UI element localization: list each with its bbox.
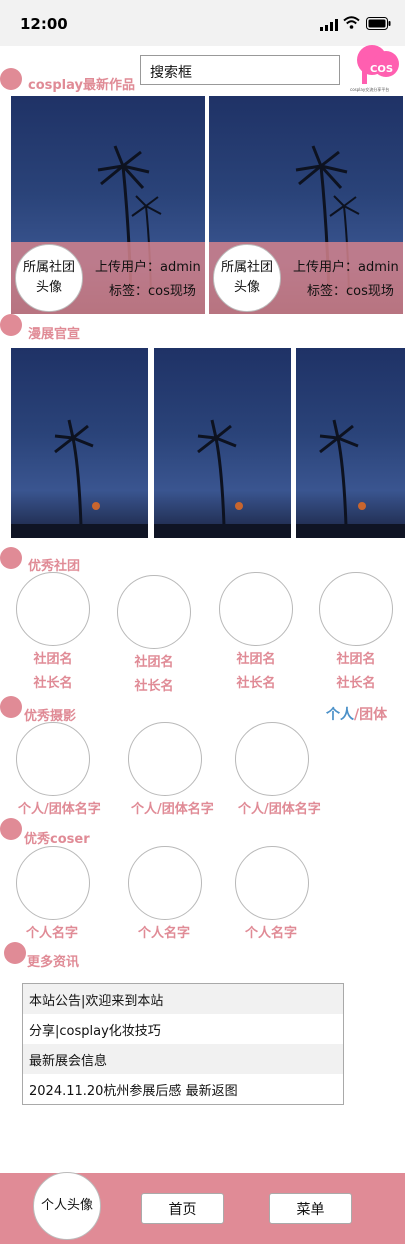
logo-caption: cosplay交流分享平台: [350, 87, 390, 92]
club-leader: 社长名: [134, 679, 174, 694]
coser-name[interactable]: 个人名字: [130, 922, 198, 941]
news-item[interactable]: 分享|cosplay化妆技巧: [23, 1014, 343, 1044]
status-time: 12:00: [20, 15, 68, 33]
home-button-label: 首页: [168, 1201, 197, 1218]
section-title-coser: 优秀coser: [24, 832, 90, 847]
news-item[interactable]: 2024.11.20杭州参展后感 最新返图: [23, 1074, 343, 1104]
club-name[interactable]: 社团名: [219, 648, 293, 667]
section-dot: [0, 547, 22, 569]
club-leader: 社长名: [33, 676, 73, 691]
site-logo[interactable]: COS cosplay交流分享平台: [348, 42, 405, 96]
work-card[interactable]: 所属社团头像 上传用户：admin 标签：cos现场: [11, 96, 205, 314]
expo-banner[interactable]: [154, 348, 291, 538]
club-avatar[interactable]: 所属社团头像: [213, 244, 281, 312]
work-info-overlay: 所属社团头像 上传用户：admin 标签：cos现场: [209, 242, 403, 314]
club-avatar-label: 所属社团头像: [220, 259, 273, 295]
search-input[interactable]: 搜索框: [140, 55, 340, 85]
expo-banner[interactable]: [11, 348, 148, 538]
coser-avatar[interactable]: [16, 846, 90, 920]
uploader-text: 上传用户：admin: [293, 260, 399, 275]
photographer-name[interactable]: 个人/团体名字: [131, 798, 214, 817]
filter-personal-link[interactable]: 个人: [326, 707, 354, 723]
status-bar: 12:00: [0, 0, 405, 46]
photographer-name[interactable]: 个人/团体名字: [238, 798, 321, 817]
photographer-avatar[interactable]: [16, 722, 90, 796]
club-leader: 社长名: [336, 676, 376, 691]
coser-name[interactable]: 个人名字: [237, 922, 305, 941]
palm-tree-photo: [154, 419, 291, 538]
photographer-avatar[interactable]: [235, 722, 309, 796]
coser-avatar[interactable]: [235, 846, 309, 920]
bottom-nav: 个人头像 首页 菜单: [0, 1172, 405, 1244]
search-label: 搜索框: [150, 65, 192, 81]
section-title-news: 更多资讯: [27, 955, 80, 970]
club-leader: 社长名: [236, 676, 276, 691]
section-dot: [0, 696, 22, 718]
battery-icon: [366, 15, 391, 34]
tag-text: 标签：cos现场: [109, 284, 196, 299]
tag-text: 标签：cos现场: [307, 284, 394, 299]
uploader-text: 上传用户：admin: [95, 260, 201, 275]
news-list: 本站公告|欢迎来到本站 分享|cosplay化妆技巧 最新展会信息 2024.1…: [22, 983, 344, 1105]
logo-text: COS: [370, 64, 394, 75]
club-avatar-circle[interactable]: [319, 572, 393, 646]
news-item[interactable]: 最新展会信息: [23, 1044, 343, 1074]
signal-icon: [320, 16, 338, 35]
club-name[interactable]: 社团名: [319, 648, 393, 667]
home-button[interactable]: 首页: [141, 1193, 224, 1224]
work-info-overlay: 所属社团头像 上传用户：admin 标签：cos现场: [11, 242, 205, 314]
section-dot: [0, 314, 22, 336]
club-name[interactable]: 社团名: [117, 651, 191, 670]
work-card[interactable]: 所属社团头像 上传用户：admin 标签：cos现场: [209, 96, 403, 314]
news-item[interactable]: 本站公告|欢迎来到本站: [23, 984, 343, 1014]
section-dot: [0, 818, 22, 840]
wifi-icon: [343, 14, 360, 33]
coser-name[interactable]: 个人名字: [18, 922, 86, 941]
section-dot: [0, 68, 22, 90]
user-avatar-button[interactable]: 个人头像: [33, 1172, 101, 1240]
coser-avatar[interactable]: [128, 846, 202, 920]
section-title-latest: cosplay最新作品: [28, 78, 135, 93]
club-name[interactable]: 社团名: [16, 648, 90, 667]
menu-button[interactable]: 菜单: [269, 1193, 352, 1224]
menu-button-label: 菜单: [296, 1201, 325, 1218]
section-dot: [4, 942, 26, 964]
palm-tree-photo: [296, 419, 405, 538]
photo-filter: 个人/团体: [326, 704, 387, 724]
club-avatar-circle[interactable]: [219, 572, 293, 646]
user-avatar-label: 个人头像: [40, 1197, 93, 1213]
photographer-name[interactable]: 个人/团体名字: [18, 798, 138, 817]
filter-team-link[interactable]: 团体: [359, 707, 387, 723]
club-avatar-label: 所属社团头像: [22, 259, 75, 295]
club-avatar[interactable]: 所属社团头像: [15, 244, 83, 312]
section-title-expo: 漫展官宣: [28, 327, 81, 342]
photographer-avatar[interactable]: [128, 722, 202, 796]
expo-banner[interactable]: [296, 348, 405, 538]
palm-tree-photo: [11, 419, 148, 538]
club-avatar-circle[interactable]: [117, 575, 191, 649]
club-avatar-circle[interactable]: [16, 572, 90, 646]
